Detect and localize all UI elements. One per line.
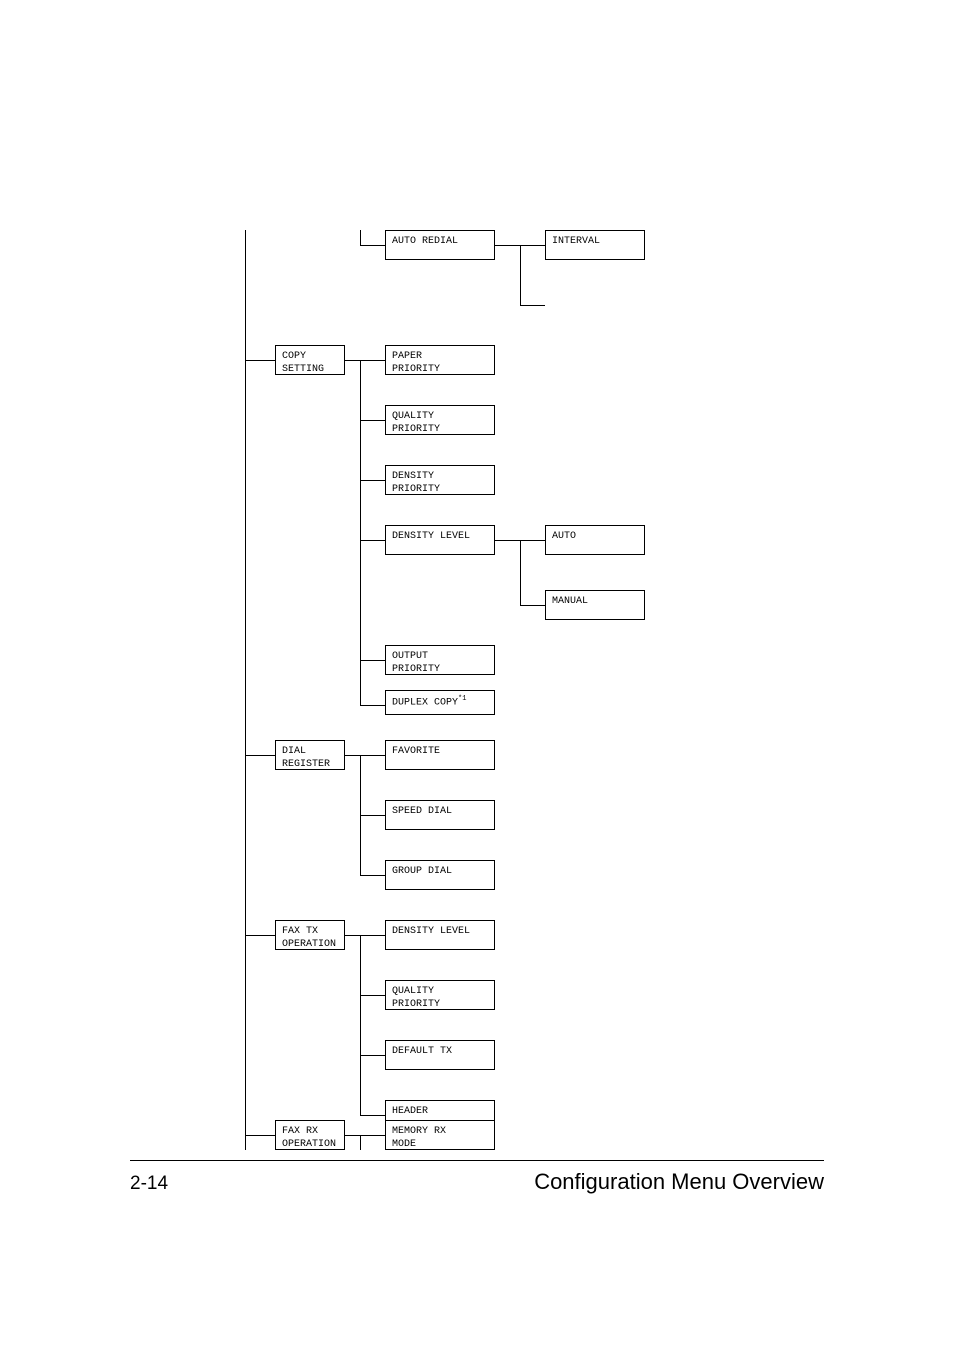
connector-line <box>520 245 521 305</box>
label: INTERVAL <box>552 236 600 247</box>
label: COPY SETTING <box>282 351 324 375</box>
connector-line <box>345 935 360 936</box>
connector-line <box>520 540 545 541</box>
connector-line <box>360 360 361 705</box>
box-favorite: FAVORITE <box>385 740 495 770</box>
label: FAX TX OPERATION <box>282 926 336 950</box>
box-copy-setting: COPY SETTING <box>275 345 345 375</box>
connector-line <box>360 875 385 876</box>
label: QUALITY PRIORITY <box>392 411 440 435</box>
label: PAPER PRIORITY <box>392 351 440 375</box>
box-density-level: DENSITY LEVEL <box>385 525 495 555</box>
box-density-priority: DENSITY PRIORITY <box>385 465 495 495</box>
connector-line <box>360 995 385 996</box>
connector-line <box>360 705 385 706</box>
connector-line <box>345 755 360 756</box>
connector-line <box>245 755 275 756</box>
connector-line <box>360 755 385 756</box>
connector-line <box>345 360 360 361</box>
connector-line <box>360 1135 385 1136</box>
connector-line <box>245 360 275 361</box>
box-duplex-copy: DUPLEX COPY*1 <box>385 690 495 715</box>
label: SPEED DIAL <box>392 806 452 817</box>
label: FAVORITE <box>392 746 440 757</box>
connector-line <box>520 245 545 246</box>
box-default-tx: DEFAULT TX <box>385 1040 495 1070</box>
connector-line <box>520 540 521 605</box>
connector-line <box>360 230 361 245</box>
box-fax-rx-operation: FAX RX OPERATION <box>275 1120 345 1150</box>
tree-main-line <box>245 230 246 1150</box>
footer: 2-14 Configuration Menu Overview <box>130 1160 824 1195</box>
box-dial-register: DIAL REGISTER <box>275 740 345 770</box>
label: FAX RX OPERATION <box>282 1126 336 1150</box>
box-manual: MANUAL <box>545 590 645 620</box>
connector-line <box>360 1135 361 1150</box>
label: DENSITY PRIORITY <box>392 471 440 495</box>
connector-line <box>360 245 385 246</box>
label: DEFAULT TX <box>392 1046 452 1057</box>
label: DIAL REGISTER <box>282 746 330 770</box>
box-output-priority: OUTPUT PRIORITY <box>385 645 495 675</box>
connector-line <box>495 540 520 541</box>
connector-line <box>360 660 385 661</box>
label: DENSITY LEVEL <box>392 926 470 937</box>
box-interval: INTERVAL <box>545 230 645 260</box>
page-number: 2-14 <box>130 1173 168 1195</box>
connector-line <box>345 1135 360 1136</box>
label: HEADER <box>392 1106 428 1117</box>
label: DENSITY LEVEL <box>392 531 470 542</box>
connector-line <box>360 935 385 936</box>
label: AUTO REDIAL <box>392 236 458 247</box>
box-quality-priority-2: QUALITY PRIORITY <box>385 980 495 1010</box>
connector-line <box>360 480 385 481</box>
box-quality-priority: QUALITY PRIORITY <box>385 405 495 435</box>
connector-line <box>360 1055 385 1056</box>
label: OUTPUT PRIORITY <box>392 651 440 675</box>
superscript: *1 <box>458 695 466 703</box>
box-group-dial: GROUP DIAL <box>385 860 495 890</box>
connector-line <box>360 935 361 1115</box>
label: GROUP DIAL <box>392 866 452 877</box>
label: AUTO <box>552 531 576 542</box>
box-density-level-2: DENSITY LEVEL <box>385 920 495 950</box>
connector-line <box>360 1115 385 1116</box>
box-memory-rx-mode: MEMORY RX MODE <box>385 1120 495 1150</box>
connector-line <box>360 540 385 541</box>
label: MEMORY RX MODE <box>392 1126 446 1150</box>
box-speed-dial: SPEED DIAL <box>385 800 495 830</box>
connector-line <box>360 360 385 361</box>
label: QUALITY PRIORITY <box>392 986 440 1010</box>
connector-line <box>245 935 275 936</box>
connector-line <box>520 605 545 606</box>
connector-line <box>360 420 385 421</box>
box-paper-priority: PAPER PRIORITY <box>385 345 495 375</box>
box-auto-redial: AUTO REDIAL <box>385 230 495 260</box>
connector-line <box>245 1135 275 1136</box>
label: MANUAL <box>552 596 588 607</box>
page-title: Configuration Menu Overview <box>534 1169 824 1195</box>
connector-line <box>520 305 545 306</box>
box-fax-tx-operation: FAX TX OPERATION <box>275 920 345 950</box>
connector-line <box>495 245 520 246</box>
label: DUPLEX COPY <box>392 697 458 708</box>
box-auto: AUTO <box>545 525 645 555</box>
connector-line <box>360 815 385 816</box>
